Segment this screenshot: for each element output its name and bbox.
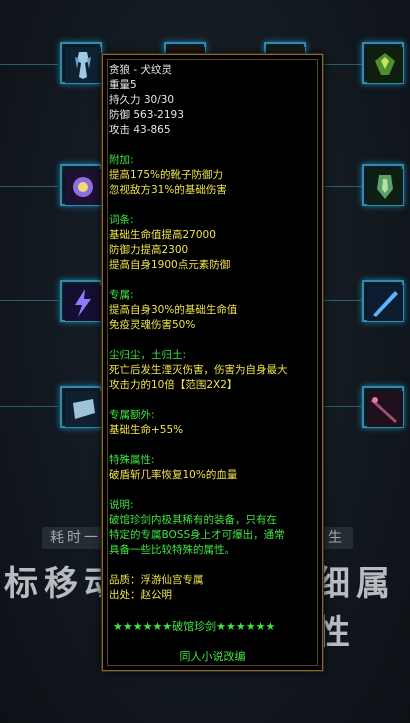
bracer-icon [65,391,101,427]
item-durability: 持久力 30/30 [109,94,175,106]
item-source: 出处：赵公明 [109,589,172,601]
orb-icon [65,169,101,205]
equipment-slot-bracer[interactable] [60,386,102,428]
equipment-slot-orb[interactable] [60,164,102,206]
slot-connector [322,300,362,301]
slot-connector [0,300,58,301]
background-pill-left: 耗时一 [42,527,109,549]
exclusive-header: 专属: [109,289,134,301]
extra-line: 提高175%的靴子防御力 [109,169,224,181]
tooltip-footer: 同人小说改编 [179,650,246,663]
slot-connector [322,406,362,407]
tooltip-content: 贪狼 - 犬纹灵 重量5 持久力 30/30 防御 563-2193 攻击 43… [109,63,314,603]
item-defense: 防御 563-2193 [109,109,184,121]
slot-connector [322,186,362,187]
green-armor-icon [367,169,403,205]
special-line: 破盾斩几率恢复10%的血量 [109,469,238,481]
description-header: 说明: [109,499,134,511]
equipment-slot-staff[interactable] [362,386,404,428]
special-header: 特殊属性: [109,454,155,466]
item-tooltip: 贪狼 - 犬纹灵 重量5 持久力 30/30 防御 563-2193 攻击 43… [102,54,323,671]
slot-connector [322,64,362,65]
item-name: 贪狼 - 犬纹灵 [109,64,172,76]
staff-icon [367,391,403,427]
dust-line: 死亡后发生湮灭伤害，伤害为自身最大 [109,364,288,376]
item-weight: 重量5 [109,79,137,91]
extra-line: 忽视敌方31%的基础伤害 [109,184,227,196]
green-gem-icon [367,47,403,83]
slot-connector [0,406,58,407]
exclusive-line: 提高自身30%的基础生命值 [109,304,238,316]
equipment-slot-gem[interactable] [362,42,404,84]
background-heading-right: 细属性 [316,564,396,653]
background-pill-right: 生 [320,527,353,549]
affix-header: 词条: [109,214,134,226]
affix-line: 防御力提高2300 [109,244,189,256]
slot-connector [0,186,58,187]
affix-line: 提高自身1900点元素防御 [109,259,231,271]
slot-connector [0,64,58,65]
item-quality: 品质：浮游仙宫专属 [109,574,204,586]
equipment-slot-armor[interactable] [60,42,102,84]
description-line: 特定的专属BOSS身上才可爆出，通常 [109,529,285,541]
equipment-slot-green-armor[interactable] [362,164,404,206]
exclusive-line: 免疫灵魂伤害50% [109,319,196,331]
exclusive-extra-header: 专属额外: [109,409,155,421]
exclusive-extra-line: 基础生命+55% [109,424,184,436]
equipment-slot-lightning[interactable] [60,280,102,322]
extra-header: 附加: [109,154,134,166]
armor-figure-icon [65,47,101,83]
dust-line: 攻击力的10倍【范围2X2】 [109,379,238,391]
blue-blade-icon [367,285,403,321]
item-stars-banner: ★★★★★★破馆珍剑★★★★★★ [113,620,276,633]
affix-line: 基础生命值提高27000 [109,229,216,241]
dust-header: 尘归尘，土归土: [109,349,187,361]
lightning-icon [65,285,101,321]
equipment-slot-blade[interactable] [362,280,404,322]
description-line: 破馆珍剑内极其稀有的装备，只有在 [109,514,277,526]
item-attack: 攻击 43-865 [109,124,171,136]
description-line: 具备一些比较特殊的属性。 [109,544,235,556]
